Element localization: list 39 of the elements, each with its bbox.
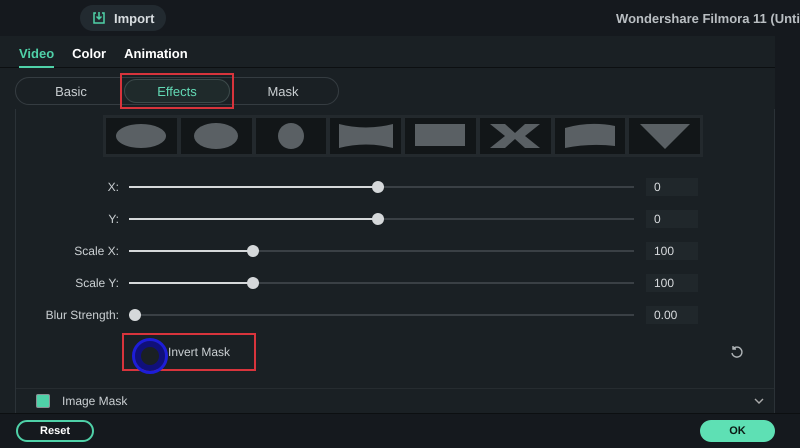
slider-label: Scale Y: (74, 276, 120, 290)
slider-thumb[interactable] (247, 277, 260, 289)
mask-shape[interactable] (629, 118, 700, 154)
mask-shape[interactable] (330, 118, 401, 154)
slider-thumb[interactable] (129, 309, 142, 321)
mask-shape[interactable] (480, 118, 550, 154)
value-field[interactable]: 0.00 (646, 306, 698, 324)
reset-icon[interactable] (730, 345, 744, 359)
segment-tab[interactable]: Mask (230, 79, 336, 103)
mask-shape[interactable] (405, 118, 476, 154)
value-field[interactable]: 100 (646, 242, 698, 260)
checkbox[interactable] (36, 394, 50, 408)
tab[interactable]: Color (72, 46, 106, 68)
segment-tab[interactable]: Basic (18, 79, 124, 103)
slider-label: Y: (107, 212, 120, 226)
mask-shape[interactable] (180, 118, 252, 154)
import-button[interactable]: Import (80, 5, 166, 31)
invert-mask-option[interactable]: Invert Mask (124, 335, 254, 369)
reset-button[interactable]: Reset (16, 420, 94, 442)
window-title: Wondershare Filmora 11 (Unti (616, 10, 800, 26)
value-field[interactable]: 100 (646, 274, 698, 292)
mask-shape[interactable] (256, 118, 326, 154)
slider-label: X: (106, 180, 120, 194)
slider-label: Scale X: (73, 244, 120, 258)
import-icon (92, 11, 106, 25)
mask-shape[interactable] (106, 118, 177, 154)
tab[interactable]: Animation (124, 46, 188, 68)
value-field[interactable]: 0 (646, 178, 698, 196)
chevron-icon[interactable] (754, 398, 764, 404)
ok-button[interactable]: OK (700, 420, 775, 442)
mask-shape[interactable] (554, 118, 626, 154)
slider-thumb[interactable] (372, 181, 384, 193)
tab[interactable]: Video (19, 46, 54, 68)
value-field[interactable]: 0 (646, 210, 698, 228)
segment-tab[interactable]: Effects (124, 79, 230, 103)
slider-thumb[interactable] (372, 213, 384, 225)
slider-thumb[interactable] (247, 245, 260, 257)
section-label: Image Mask (62, 394, 128, 408)
slider-label: Blur Strength: (44, 308, 120, 322)
